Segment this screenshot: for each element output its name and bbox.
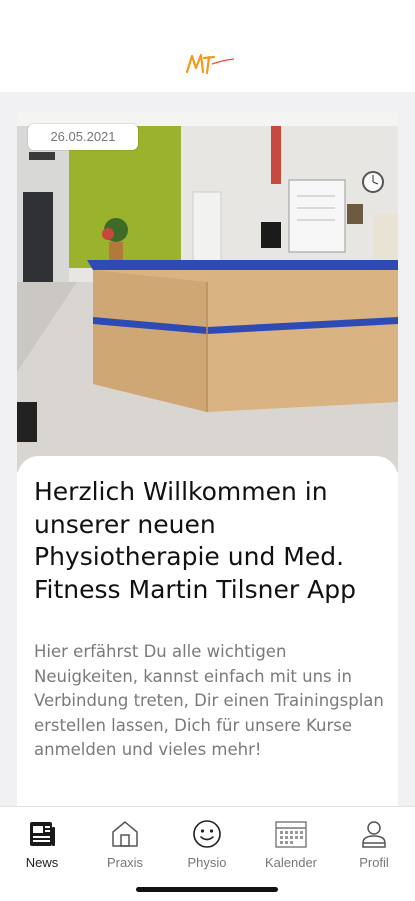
tab-news[interactable]: News xyxy=(2,819,82,879)
house-icon xyxy=(112,821,138,847)
tab-profil[interactable]: Profil xyxy=(334,819,414,879)
tab-praxis[interactable]: Praxis xyxy=(85,819,165,879)
user-icon xyxy=(362,821,386,848)
app-header xyxy=(0,0,415,92)
calendar-icon xyxy=(275,821,307,848)
mt-logo-icon xyxy=(185,53,235,75)
tab-physio[interactable]: Physio xyxy=(167,819,247,879)
tab-label-profil: Profil xyxy=(359,855,389,870)
tab-label-praxis: Praxis xyxy=(106,855,144,870)
news-title: Herzlich Willkommen in unserer neuen Phy… xyxy=(34,477,356,604)
news-photo xyxy=(17,112,398,472)
home-indicator[interactable] xyxy=(136,887,278,892)
news-card[interactable]: 26.05.2021 Herzlich Willkommen in unsere… xyxy=(17,112,398,812)
tab-label-kalender: Kalender xyxy=(264,855,318,870)
news-body: Hier erfährst Du alle wichtigen Neuigkei… xyxy=(34,642,384,759)
tab-label-news: News xyxy=(25,855,59,870)
date-badge: 26.05.2021 xyxy=(28,124,138,150)
tab-label-physio: Physio xyxy=(187,855,227,870)
newspaper-icon xyxy=(30,822,55,846)
smiley-icon xyxy=(193,820,221,848)
tab-kalender[interactable]: Kalender xyxy=(251,819,331,879)
news-text-panel: Herzlich Willkommen in unserer neuen Phy… xyxy=(17,456,398,812)
